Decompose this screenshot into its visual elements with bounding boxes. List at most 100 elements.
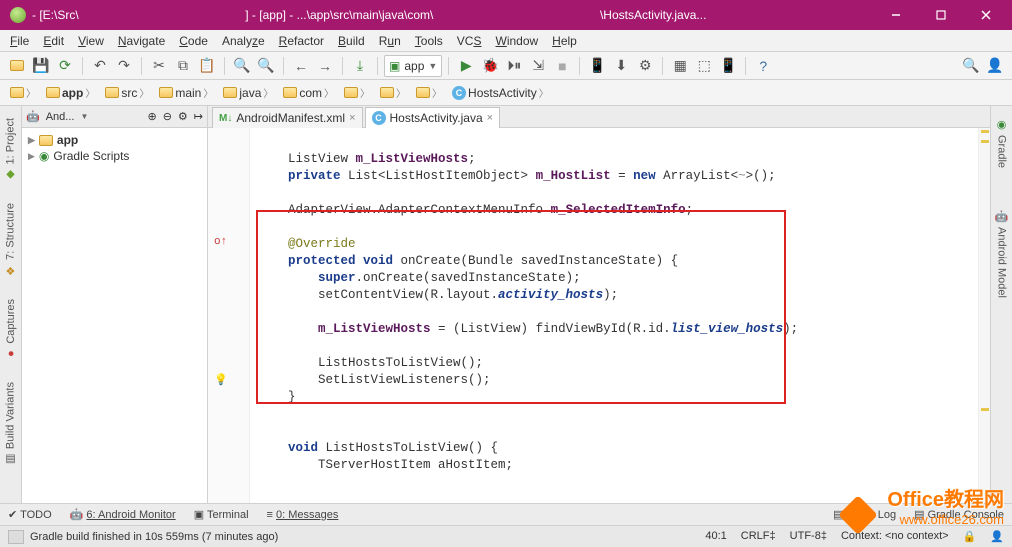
crumb-java[interactable]: java〉 xyxy=(219,84,277,101)
strip-project[interactable]: ◆1: Project xyxy=(4,112,17,187)
stop-icon[interactable]: ■ xyxy=(551,55,573,77)
menu-vcs[interactable]: VCS xyxy=(451,33,488,49)
sync-icon[interactable]: ⟳ xyxy=(54,55,76,77)
strip-android-model[interactable]: 🤖Android Model xyxy=(995,204,1008,304)
close-icon[interactable]: × xyxy=(487,112,493,124)
status-message: Gradle build finished in 10s 559ms (7 mi… xyxy=(30,531,278,543)
strip-captures[interactable]: ●Captures xyxy=(5,293,17,366)
title-p2: ] - [app] - ...\app\src\main\java\com\ xyxy=(245,8,433,22)
android-icon: 🤖 xyxy=(26,110,40,123)
menu-tools[interactable]: Tools xyxy=(409,33,449,49)
inspector-icon[interactable]: 👤 xyxy=(990,530,1004,543)
module-icon xyxy=(39,135,53,146)
project-tree[interactable]: ▶app ▶◉Gradle Scripts xyxy=(22,128,207,503)
project-view-selector[interactable]: And... xyxy=(46,111,75,123)
replace-icon[interactable]: 🔍 xyxy=(255,55,277,77)
tree-gradle[interactable]: Gradle Scripts xyxy=(53,149,129,163)
editor-gutter[interactable]: o↑ 💡 xyxy=(208,128,250,503)
tab-android-monitor[interactable]: 🤖 6: Android Monitor xyxy=(70,508,176,521)
run-icon[interactable]: ▶ xyxy=(455,55,477,77)
warning-marker[interactable] xyxy=(981,130,989,133)
crumb-src[interactable]: src〉 xyxy=(101,84,153,101)
strip-buildvariants[interactable]: ▤Build Variants xyxy=(4,376,17,472)
crumb-app[interactable]: app〉 xyxy=(42,84,99,101)
target-icon[interactable]: ⊖ xyxy=(163,110,172,123)
expand-icon[interactable]: ▶ xyxy=(28,151,35,162)
menu-analyze[interactable]: Analyze xyxy=(216,33,271,49)
watermark-url: www.office26.com xyxy=(887,512,1004,527)
crumb-class[interactable]: CHostsActivity〉 xyxy=(448,84,553,101)
find-icon[interactable]: 🔍 xyxy=(231,55,253,77)
open-icon[interactable] xyxy=(6,55,28,77)
menu-refactor[interactable]: Refactor xyxy=(273,33,330,49)
back-icon[interactable]: ← xyxy=(290,55,312,77)
avd-icon[interactable]: 📱 xyxy=(586,55,608,77)
menu-run[interactable]: Run xyxy=(373,33,407,49)
close-icon[interactable]: × xyxy=(349,112,355,124)
hide-icon[interactable]: ↦ xyxy=(194,110,203,123)
menu-window[interactable]: Window xyxy=(489,33,544,49)
undo-icon[interactable]: ↶ xyxy=(89,55,111,77)
tab-messages[interactable]: ≡ 0: Messages xyxy=(267,509,339,521)
crumb-com[interactable]: com〉 xyxy=(279,84,338,101)
collapse-icon[interactable]: ⊕ xyxy=(147,110,156,123)
tree-app[interactable]: app xyxy=(57,133,78,147)
cut-icon[interactable]: ✂ xyxy=(148,55,170,77)
copy-icon[interactable]: ⧉ xyxy=(172,55,194,77)
tab-terminal[interactable]: ▣ Terminal xyxy=(194,508,249,521)
code-body[interactable]: ListView m_ListViewHosts; private List<L… xyxy=(250,128,978,503)
profile-icon[interactable]: ⏵⏸ xyxy=(503,55,525,77)
folder-icon xyxy=(416,87,430,98)
expand-icon[interactable]: ▶ xyxy=(28,135,35,146)
crumb-pkg1[interactable]: 〉 xyxy=(340,84,374,101)
window-minimize-button[interactable] xyxy=(873,0,918,30)
strip-gradle[interactable]: ◉Gradle xyxy=(995,112,1008,174)
device-icon[interactable]: 📱 xyxy=(717,55,739,77)
attach-icon[interactable]: ⇲ xyxy=(527,55,549,77)
menu-file[interactable]: File xyxy=(4,33,35,49)
lock-icon[interactable]: 🔒 xyxy=(963,530,977,543)
search-everywhere-icon[interactable]: 🔍 xyxy=(960,55,982,77)
debug-icon[interactable]: 🐞 xyxy=(479,55,501,77)
make-icon[interactable]: ⤓ xyxy=(349,55,371,77)
help-icon[interactable]: ? xyxy=(752,55,774,77)
settings-icon[interactable]: ⚙ xyxy=(634,55,656,77)
status-encoding[interactable]: UTF-8‡ xyxy=(790,530,827,543)
crumb-root[interactable]: 〉 xyxy=(6,84,40,101)
bulb-icon[interactable]: 💡 xyxy=(214,373,228,387)
error-stripe[interactable] xyxy=(978,128,990,503)
sdk-icon[interactable]: ⬇ xyxy=(610,55,632,77)
strip-structure[interactable]: ❖7: Structure xyxy=(4,197,17,283)
run-config-selector[interactable]: ▣ app ▼ xyxy=(384,55,442,77)
status-line-ending[interactable]: CRLF‡ xyxy=(741,530,776,543)
status-icon[interactable] xyxy=(8,530,24,544)
menu-view[interactable]: View xyxy=(72,33,110,49)
menu-edit[interactable]: Edit xyxy=(37,33,70,49)
save-icon[interactable]: 💾 xyxy=(30,55,52,77)
gear-icon[interactable]: ⚙ xyxy=(178,110,188,123)
tab-manifest[interactable]: M↓ AndroidManifest.xml × xyxy=(212,107,363,128)
warning-marker[interactable] xyxy=(981,140,989,143)
menu-help[interactable]: Help xyxy=(546,33,583,49)
menu-navigate[interactable]: Navigate xyxy=(112,33,171,49)
window-close-button[interactable] xyxy=(963,0,1008,30)
override-marker-icon[interactable]: o↑ xyxy=(214,236,227,248)
user-icon[interactable]: 👤 xyxy=(984,55,1006,77)
code-editor[interactable]: o↑ 💡 ListView m_ListViewHosts; private L… xyxy=(208,128,990,503)
tab-hostsactivity[interactable]: C HostsActivity.java × xyxy=(365,107,501,128)
crumb-main[interactable]: main〉 xyxy=(155,84,217,101)
app-icon xyxy=(10,7,26,23)
warning-marker[interactable] xyxy=(981,408,989,411)
paste-icon[interactable]: 📋 xyxy=(196,55,218,77)
menu-build[interactable]: Build xyxy=(332,33,371,49)
crumb-pkg3[interactable]: 〉 xyxy=(412,84,446,101)
crumb-pkg2[interactable]: 〉 xyxy=(376,84,410,101)
redo-icon[interactable]: ↷ xyxy=(113,55,135,77)
project-structure-icon[interactable]: ⬚ xyxy=(693,55,715,77)
tab-todo[interactable]: ✔ TODO xyxy=(8,508,52,521)
menu-code[interactable]: Code xyxy=(173,33,214,49)
forward-icon[interactable]: → xyxy=(314,55,336,77)
status-caret[interactable]: 40:1 xyxy=(705,530,726,543)
layout-icon[interactable]: ▦ xyxy=(669,55,691,77)
window-maximize-button[interactable] xyxy=(918,0,963,30)
